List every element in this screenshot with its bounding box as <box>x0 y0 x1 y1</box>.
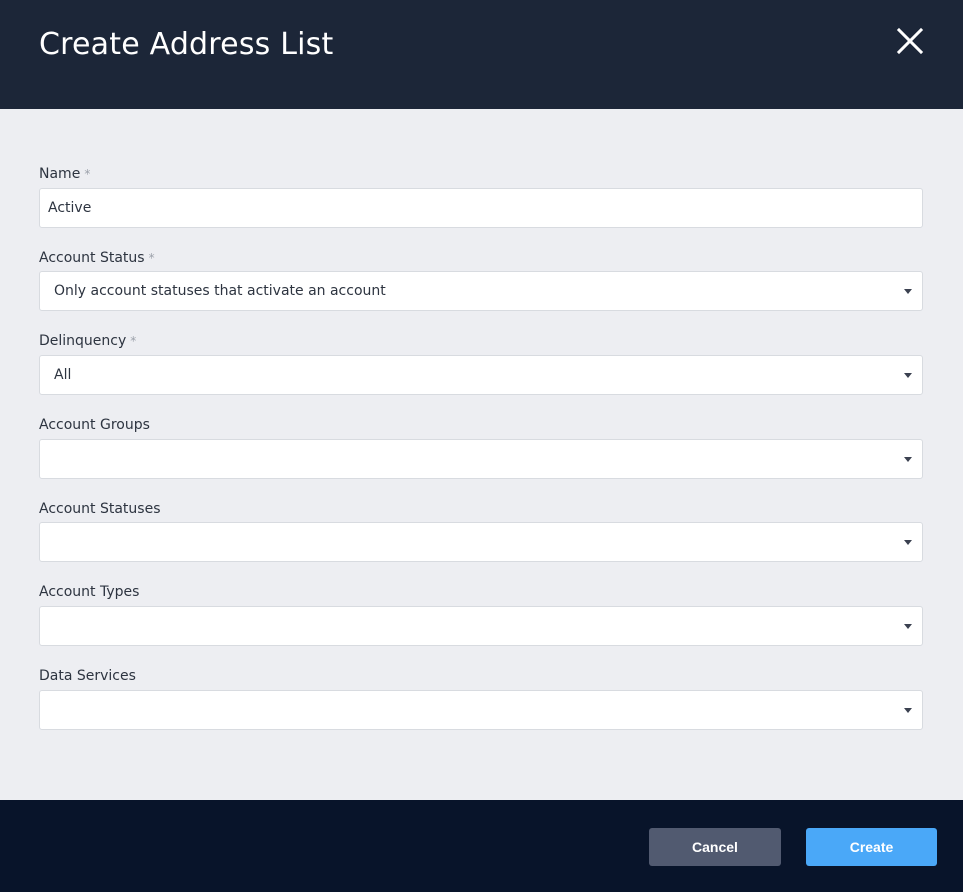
close-button[interactable] <box>894 25 926 57</box>
data-services-label: Data Services <box>39 668 136 684</box>
chevron-down-icon <box>904 708 912 713</box>
chevron-down-icon <box>904 624 912 629</box>
delinquency-value: All <box>54 367 72 383</box>
account-status-value: Only account statuses that activate an a… <box>54 283 386 299</box>
delinquency-select[interactable]: All <box>39 355 923 395</box>
account-types-label: Account Types <box>39 584 140 600</box>
required-marker: * <box>130 334 137 348</box>
chevron-down-icon <box>904 289 912 294</box>
chevron-down-icon <box>904 457 912 462</box>
name-input[interactable] <box>40 189 922 227</box>
account-statuses-label: Account Statuses <box>39 501 161 517</box>
create-button[interactable]: Create <box>806 828 937 866</box>
delinquency-label-text: Delinquency <box>39 333 127 349</box>
name-field[interactable] <box>39 188 923 228</box>
account-status-label-text: Account Status <box>39 250 145 266</box>
name-label-text: Name <box>39 166 81 182</box>
chevron-down-icon <box>904 373 912 378</box>
dialog-footer: Cancel Create <box>0 800 963 892</box>
chevron-down-icon <box>904 540 912 545</box>
required-marker: * <box>84 167 91 181</box>
name-label: Name * <box>39 166 90 182</box>
account-groups-select[interactable] <box>39 439 923 479</box>
close-icon <box>896 27 924 55</box>
account-status-label: Account Status * <box>39 250 155 266</box>
delinquency-label: Delinquency * <box>39 333 136 349</box>
data-services-select[interactable] <box>39 690 923 730</box>
account-status-select[interactable]: Only account statuses that activate an a… <box>39 271 923 311</box>
account-statuses-select[interactable] <box>39 522 923 562</box>
cancel-button[interactable]: Cancel <box>649 828 781 866</box>
required-marker: * <box>148 251 155 265</box>
create-address-list-dialog: Create Address List Name* Account Status… <box>0 0 963 892</box>
dialog-title: Create Address List <box>39 27 334 62</box>
account-groups-label: Account Groups <box>39 417 150 433</box>
account-types-select[interactable] <box>39 606 923 646</box>
dialog-header: Create Address List <box>0 0 963 109</box>
dialog-body: Name* Account Status* Only account statu… <box>0 109 963 800</box>
